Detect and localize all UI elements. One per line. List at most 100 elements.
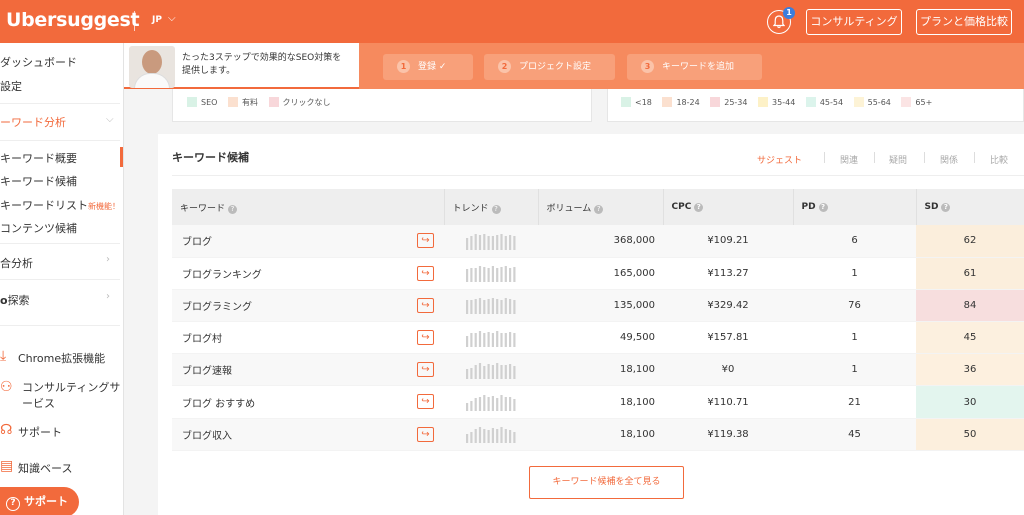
trend-bar	[487, 268, 490, 283]
trend-bar	[491, 428, 494, 444]
table-row[interactable]: ブログ速報 ↪ 18,100 ¥0 1 36	[172, 353, 1024, 387]
trend-bar	[483, 429, 486, 444]
trend-bar	[487, 430, 490, 444]
sidebar-divider	[0, 243, 120, 244]
keyword-cell[interactable]: ブログランキング ↪	[172, 257, 444, 290]
open-keyword-icon[interactable]: ↪	[417, 394, 434, 410]
pd-cell: 21	[793, 385, 916, 419]
trend-bar	[513, 267, 516, 283]
sidebar-item-content-ideas[interactable]: コンテンツ候補	[0, 220, 77, 236]
open-keyword-icon[interactable]: ↪	[417, 330, 434, 346]
trend-bar	[487, 331, 490, 347]
trend-bar	[470, 300, 473, 315]
sidebar-item-explore[interactable]: o探索	[0, 292, 30, 308]
sidebar-item-keyword-overview[interactable]: キーワード概要	[0, 150, 77, 166]
support-chat-button[interactable]: ? サポート	[0, 487, 79, 515]
view-all-keyword-ideas-button[interactable]: キーワード候補を全て見る	[529, 466, 684, 499]
trend-bar	[487, 363, 490, 379]
sidebar-item-consulting-line1[interactable]: コンサルティングサ	[22, 379, 120, 395]
chevron-down-icon[interactable]: ⌵	[168, 13, 176, 24]
keyword-text[interactable]: ブログ村	[182, 334, 222, 345]
column-header-trend[interactable]: トレンド?	[443, 189, 538, 225]
trend-sparkline	[466, 395, 516, 412]
column-header-volume[interactable]: ボリューム?	[537, 189, 663, 225]
language-selector[interactable]: JP	[152, 15, 162, 25]
trend-bar	[478, 362, 482, 379]
sd-cell: 61	[916, 257, 1024, 290]
table-row[interactable]: ブログラミング ↪ 135,000 ¥329.42 76 84	[172, 289, 1024, 323]
table-row[interactable]: ブログ おすすめ ↪ 18,100 ¥110.71 21 30	[172, 385, 1024, 419]
download-icon: ⤓	[0, 348, 7, 364]
open-keyword-icon[interactable]: ↪	[417, 233, 434, 248]
tab-comparisons[interactable]: 比較	[990, 153, 1008, 166]
sidebar-item-keyword-analysis[interactable]: ーワード分析	[0, 114, 66, 130]
column-header-cpc[interactable]: CPC?	[662, 189, 793, 225]
trend-bar	[500, 395, 503, 412]
trend-bar	[509, 430, 512, 444]
age-legend: <18 18-24 25-34 35-44 45-54 55-64 65+	[621, 97, 940, 107]
table-row[interactable]: ブログ ↪ 368,000 ¥109.21 6 62	[172, 225, 1024, 258]
sidebar-item-support[interactable]: サポート	[18, 424, 62, 440]
step-register[interactable]: 1 登録 ✓	[383, 54, 473, 80]
trend-bar	[474, 268, 477, 283]
keyword-cell[interactable]: ブログ村 ↪	[172, 321, 444, 355]
trend-bar	[474, 332, 477, 347]
keyword-cell[interactable]: ブログラミング ↪	[172, 289, 444, 323]
sidebar-item-chrome-extension[interactable]: Chrome拡張機能	[18, 350, 105, 366]
chevron-right-icon[interactable]: ›	[106, 291, 110, 302]
keyword-text[interactable]: ブログラミング	[182, 302, 252, 313]
trend-bar	[496, 330, 499, 347]
keyword-text[interactable]: ブログランキング	[182, 270, 262, 281]
panel-title: キーワード候補	[172, 151, 249, 164]
chevron-down-icon[interactable]: ⌵	[106, 114, 114, 125]
legend-item: 45-54	[805, 97, 843, 107]
keyword-text[interactable]: ブログ速報	[182, 366, 232, 377]
plans-pricing-button[interactable]: プランと価格比較	[916, 9, 1012, 35]
help-icon: ?	[491, 204, 501, 214]
step-add-keywords[interactable]: 3 キーワードを追加	[627, 54, 762, 80]
trend-cell	[444, 321, 538, 355]
open-keyword-icon[interactable]: ↪	[417, 426, 434, 442]
table-row[interactable]: ブログ収入 ↪ 18,100 ¥119.38 45 50	[172, 418, 1024, 451]
logo[interactable]: Ubersuggest	[6, 9, 140, 31]
keyword-cell[interactable]: ブログ収入 ↪	[172, 418, 444, 451]
trend-bar	[483, 395, 486, 412]
keyword-text[interactable]: ブログ おすすめ	[182, 399, 255, 410]
step-project-setup[interactable]: 2 プロジェクト設定	[484, 54, 615, 80]
tab-divider	[824, 152, 825, 163]
sidebar-item-competitive-analysis[interactable]: 合分析	[0, 255, 33, 271]
trend-cell	[444, 385, 538, 419]
trend-bar	[470, 268, 473, 283]
table-row[interactable]: ブログ村 ↪ 49,500 ¥157.81 1 45	[172, 321, 1024, 355]
trend-bar	[509, 363, 512, 379]
keyword-cell[interactable]: ブログ ↪	[172, 225, 444, 258]
trend-bar	[509, 234, 512, 250]
tab-related[interactable]: 関連	[840, 153, 858, 166]
trend-bar	[500, 267, 503, 283]
sidebar-item-consulting-line2[interactable]: ービス	[22, 395, 55, 411]
keyword-text[interactable]: ブログ	[182, 237, 212, 248]
keyword-cell[interactable]: ブログ速報 ↪	[172, 353, 444, 387]
open-keyword-icon[interactable]: ↪	[417, 362, 434, 378]
keyword-cell[interactable]: ブログ おすすめ ↪	[172, 385, 444, 419]
consulting-button[interactable]: コンサルティング	[806, 9, 902, 35]
trend-bar	[474, 233, 477, 250]
column-header-pd[interactable]: PD?	[792, 189, 916, 225]
trend-bar	[509, 397, 512, 412]
keyword-text[interactable]: ブログ収入	[182, 431, 232, 442]
sidebar-item-settings[interactable]: 設定	[0, 78, 22, 94]
tab-prepositions[interactable]: 関係	[940, 153, 958, 166]
sidebar-item-knowledge-base[interactable]: 知識ベース	[18, 460, 72, 476]
sidebar-item-keyword-lists[interactable]: キーワードリスト新機能！	[0, 197, 120, 213]
column-header-keyword[interactable]: キーワード?	[172, 189, 444, 225]
tab-suggestions[interactable]: サジェスト	[757, 153, 802, 166]
sidebar-item-dashboard[interactable]: ダッシュボード	[0, 54, 77, 70]
tab-questions[interactable]: 疑問	[889, 153, 907, 166]
open-keyword-icon[interactable]: ↪	[417, 297, 434, 313]
sidebar-item-keyword-ideas[interactable]: キーワード候補	[0, 173, 77, 189]
chevron-right-icon[interactable]: ›	[106, 254, 110, 265]
volume-cell: 368,000	[538, 225, 663, 258]
column-header-sd[interactable]: SD?	[915, 189, 1024, 225]
table-row[interactable]: ブログランキング ↪ 165,000 ¥113.27 1 61	[172, 257, 1024, 290]
open-keyword-icon[interactable]: ↪	[417, 265, 434, 281]
